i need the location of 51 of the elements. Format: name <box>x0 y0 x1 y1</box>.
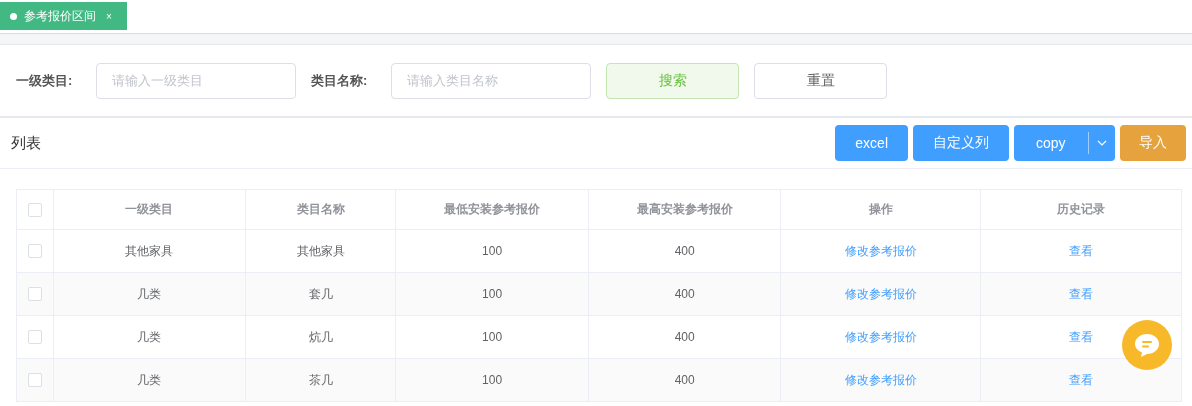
column-header: 操作 <box>868 202 893 216</box>
chat-icon <box>1133 332 1161 358</box>
list-title: 列表 <box>11 133 41 153</box>
toolbar-button[interactable]: excel <box>835 125 908 161</box>
filter-label: 类目名称: <box>311 71 369 90</box>
chat-button[interactable] <box>1122 320 1172 370</box>
table-cell: 茶几 <box>308 372 333 387</box>
row-checkbox[interactable] <box>27 373 42 388</box>
table-cell: 100 <box>482 287 503 301</box>
edit-price-link[interactable]: 修改参考报价 <box>844 243 917 258</box>
table-cell: 100 <box>482 330 503 344</box>
input-field[interactable]: 请输入类目名称 <box>391 62 591 99</box>
table-cell: 其他家具 <box>125 243 174 258</box>
filter-label: 一级类目: <box>16 71 74 90</box>
column-header: 一级类目 <box>125 202 174 216</box>
table-cell: 400 <box>674 373 695 387</box>
table-cell: 几类 <box>137 329 162 344</box>
reset-button[interactable]: 重置 <box>754 62 887 99</box>
table-cell: 套几 <box>308 286 333 301</box>
table-cell: 其他家具 <box>296 243 345 258</box>
edit-price-link[interactable]: 修改参考报价 <box>844 329 917 344</box>
view-history-link[interactable]: 查看 <box>1068 372 1093 387</box>
view-history-link[interactable]: 查看 <box>1068 286 1093 301</box>
caret-icon[interactable] <box>1097 140 1107 146</box>
toolbar-button[interactable]: 导入 <box>1120 125 1186 161</box>
table-cell: 400 <box>674 330 695 344</box>
column-header: 最低安装参考报价 <box>444 202 541 216</box>
table-cell: 100 <box>482 373 503 387</box>
search-button[interactable]: 搜索 <box>606 62 739 99</box>
row-checkbox[interactable] <box>27 287 42 302</box>
table-cell: 几类 <box>137 372 162 387</box>
edit-price-link[interactable]: 修改参考报价 <box>844 286 917 301</box>
table-cell: 炕几 <box>308 329 333 344</box>
copy-dropdown-button[interactable]: copy <box>1014 125 1115 161</box>
close-icon[interactable]: × <box>106 10 112 22</box>
table-cell: 几类 <box>137 286 162 301</box>
column-header: 最高安装参考报价 <box>636 202 733 216</box>
row-checkbox[interactable] <box>27 244 42 259</box>
dot-icon <box>10 12 17 20</box>
table-cell: 400 <box>674 287 695 301</box>
view-history-link[interactable]: 查看 <box>1068 243 1093 258</box>
select-all-checkbox[interactable] <box>27 202 42 217</box>
page-tab[interactable]: 参考报价区间 × <box>0 2 127 30</box>
view-history-link[interactable]: 查看 <box>1068 329 1093 344</box>
table-cell: 400 <box>674 244 695 258</box>
row-checkbox[interactable] <box>27 330 42 345</box>
edit-price-link[interactable]: 修改参考报价 <box>844 372 917 387</box>
toolbar-button[interactable]: 自定义列 <box>913 125 1009 161</box>
table-cell: 100 <box>482 244 503 258</box>
column-header: 历史记录 <box>1056 202 1105 216</box>
column-header: 类目名称 <box>296 202 345 216</box>
